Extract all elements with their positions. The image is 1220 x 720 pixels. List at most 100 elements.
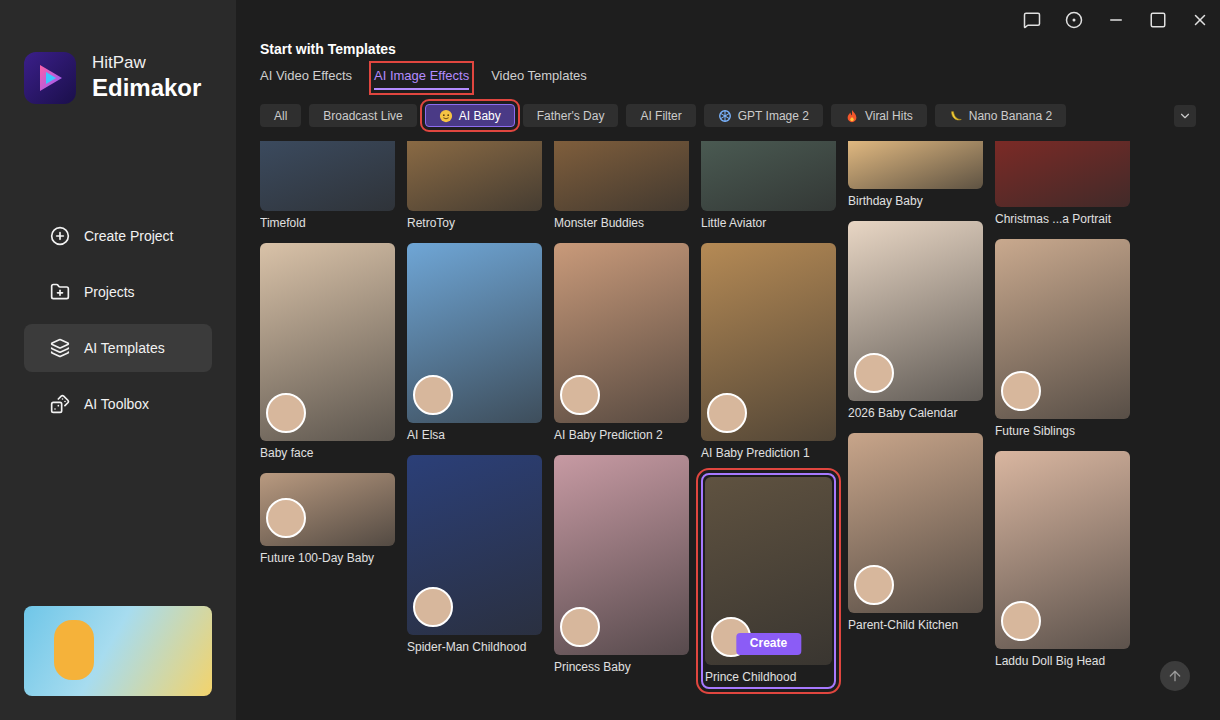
tab-bar: AI Video Effects AI Image Effects Video Te… [260,66,1196,90]
template-grid: Timefold Baby face Future 100-Day Baby Retr… [260,141,1196,720]
banana-icon [949,109,963,123]
template-column: Timefold Baby face Future 100-Day Baby [260,141,395,566]
template-preview [554,141,689,211]
tab[interactable]: Video Templates [491,66,587,90]
template-card[interactable]: 2026 Baby Calendar [848,221,983,421]
template-label: Little Aviator [701,215,836,231]
category-chip[interactable]: AI Filter [626,104,695,127]
template-column: Birthday Baby 2026 Baby Calendar Parent-Ch… [848,141,983,633]
more-categories-button[interactable] [1174,105,1196,127]
logo: HitPaw Edimakor [24,52,212,104]
tab[interactable]: AI Image Effects [374,66,469,90]
template-card[interactable]: RetroToy [407,141,542,231]
sidebar: HitPaw Edimakor Create Project Projects AI T… [0,0,236,720]
template-label: 2026 Baby Calendar [848,405,983,421]
category-chip[interactable]: AI Baby [425,104,515,127]
template-card[interactable]: Princess Baby [554,455,689,675]
template-column: Christmas ...a Portrait Future SiblingsLa… [995,141,1130,669]
category-chip[interactable]: Father's Day [523,104,619,127]
app-window: HitPaw Edimakor Create Project Projects AI T… [0,0,1220,720]
template-label: Prince Childhood [705,669,832,685]
template-preview [995,239,1130,419]
template-card[interactable]: Future Siblings [995,239,1130,439]
template-preview [260,473,395,546]
face-thumbnail [1001,601,1041,641]
template-label: Future 100-Day Baby [260,550,395,566]
arrow-up-icon [1167,668,1183,684]
face-thumbnail [413,375,453,415]
promo-banner[interactable] [24,606,212,696]
face-thumbnail [560,607,600,647]
category-bar: All Broadcast Live AI Baby Father's Day AI F… [260,104,1196,127]
face-thumbnail [854,565,894,605]
template-card[interactable]: Spider-Man Childhood [407,455,542,655]
template-label: Monster Buddies [554,215,689,231]
title-bar [260,0,1210,40]
sidebar-item[interactable]: Create Project [24,212,212,260]
template-card[interactable]: Monster Buddies [554,141,689,231]
sidebar-item[interactable]: Projects [24,268,212,316]
template-preview [701,243,836,441]
template-preview [260,243,395,441]
template-card[interactable]: AI Baby Prediction 2 [554,243,689,443]
template-label: Parent-Child Kitchen [848,617,983,633]
template-preview [554,243,689,423]
feedback-button[interactable] [1022,10,1042,30]
template-card[interactable]: Timefold [260,141,395,231]
create-button[interactable]: Create [736,633,801,655]
category-chip[interactable]: GPT Image 2 [704,104,823,127]
template-label: AI Baby Prediction 2 [554,427,689,443]
maximize-button[interactable] [1148,10,1168,30]
minimize-button[interactable] [1106,10,1126,30]
nav-icon [50,394,70,414]
template-card[interactable]: Parent-Child Kitchen [848,433,983,633]
fire-icon [845,109,859,123]
chevron-down-icon [1178,109,1192,123]
face-thumbnail [413,587,453,627]
template-card[interactable]: Future 100-Day Baby [260,473,395,566]
close-button[interactable] [1190,10,1210,30]
template-card[interactable]: Little Aviator [701,141,836,231]
face-thumbnail [1001,371,1041,411]
template-preview [701,141,836,211]
section-heading: Start with Templates [260,40,1196,58]
nav-icon [50,226,70,246]
template-label: AI Baby Prediction 1 [701,445,836,461]
template-preview [848,433,983,613]
minimize-icon [1107,11,1125,29]
scroll-top-button[interactable] [1160,661,1190,691]
template-preview [554,455,689,655]
template-card[interactable]: Christmas ...a Portrait [995,141,1130,227]
category-chip[interactable]: All [260,104,301,127]
sidebar-item[interactable]: AI Templates [24,324,212,372]
face-thumbnail [266,393,306,433]
template-card[interactable]: Create Prince Childhood [701,473,836,689]
template-preview [848,221,983,401]
template-card[interactable]: Birthday Baby [848,141,983,209]
template-preview [407,243,542,423]
brand-name: HitPaw [92,54,201,73]
nav-icon [50,338,70,358]
template-card[interactable]: AI Elsa [407,243,542,443]
gpt-logo-icon [718,109,732,123]
sidebar-item[interactable]: AI Toolbox [24,380,212,428]
settings-icon [1065,11,1083,29]
template-preview [995,451,1130,649]
category-chip[interactable]: Broadcast Live [309,104,416,127]
template-label: Princess Baby [554,659,689,675]
face-thumbnail [560,375,600,415]
template-card[interactable]: Baby face [260,243,395,461]
category-chip[interactable]: Nano Banana 2 [935,104,1066,127]
edimakor-logo-icon [24,52,76,104]
template-card[interactable]: AI Baby Prediction 1 [701,243,836,461]
template-preview [260,141,395,211]
main-panel: Start with Templates AI Video Effects AI I… [236,0,1220,720]
settings-button[interactable] [1064,10,1084,30]
product-name: Edimakor [92,75,201,101]
nav-icon [50,282,70,302]
template-preview [407,455,542,635]
category-chip[interactable]: Viral Hits [831,104,927,127]
template-card[interactable]: Laddu Doll Big Head [995,451,1130,669]
template-preview [995,141,1130,207]
tab[interactable]: AI Video Effects [260,66,352,90]
